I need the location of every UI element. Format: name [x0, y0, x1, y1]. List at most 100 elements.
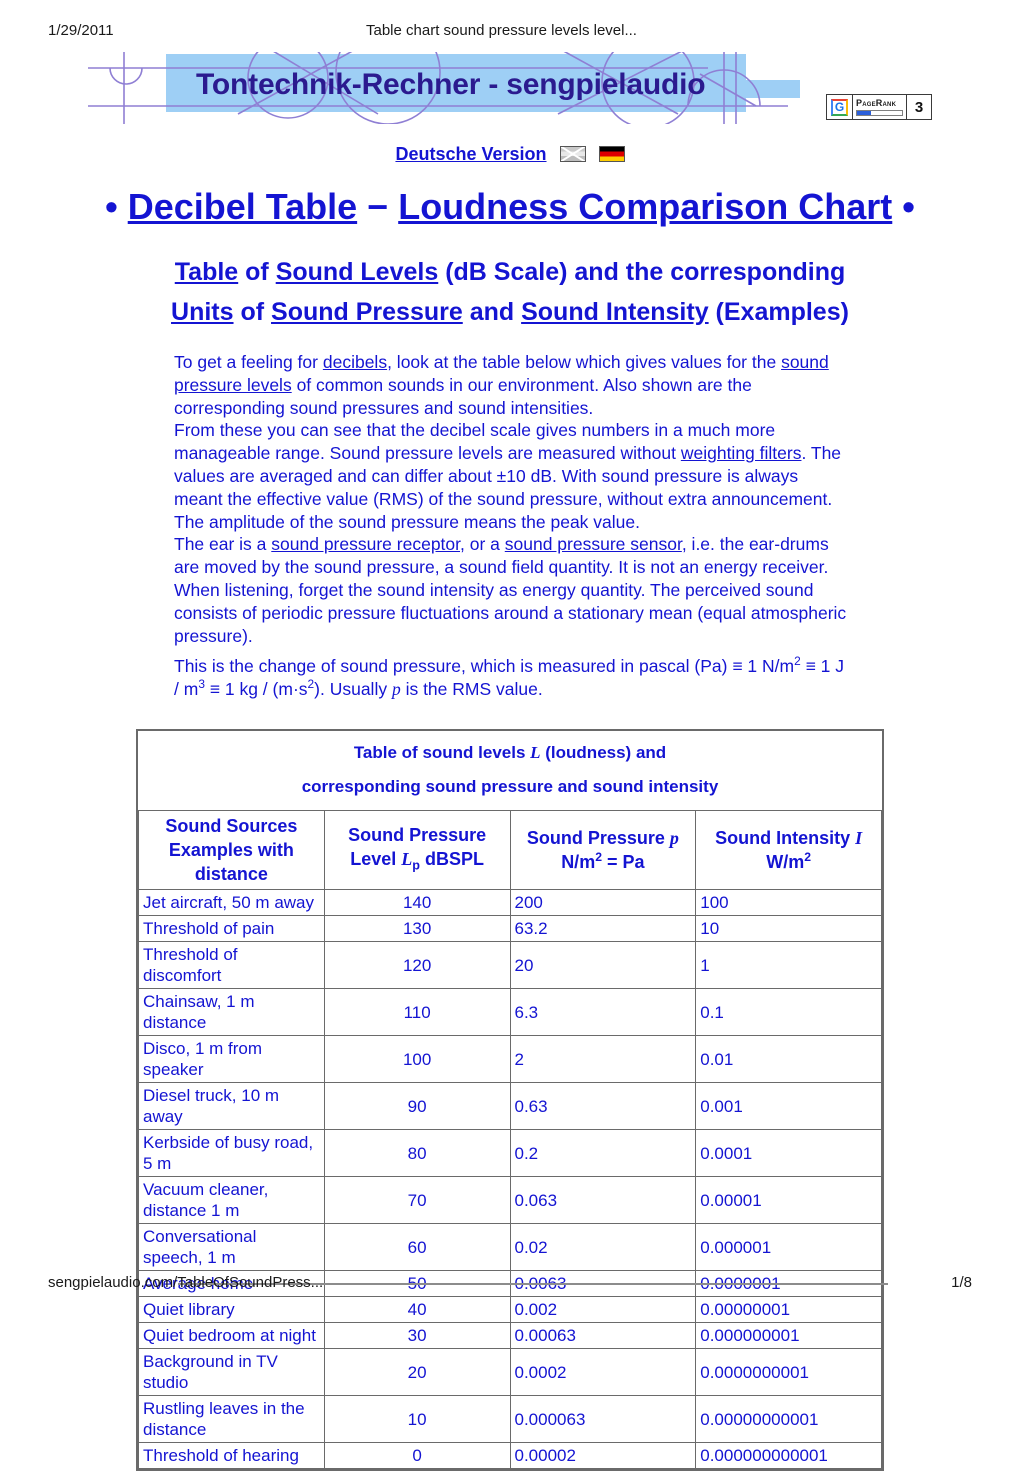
table-row: Rustling leaves in the distance 10 0.00006…: [138, 1395, 882, 1443]
table-row: Background in TV studio 20 0.0002 0.0000000…: [138, 1348, 882, 1396]
pagerank-bar: [856, 109, 903, 116]
pagerank-label: PageRank: [856, 97, 897, 108]
table-body: Jet aircraft, 50 m away 140 200 100 Threshol…: [138, 889, 882, 1469]
intro-text: To get a feeling for decibels, look at t…: [174, 351, 850, 701]
cell-level: 30: [323, 1322, 511, 1349]
inline-link[interactable]: weighting filters: [681, 443, 802, 463]
subtitle-line-2: Units of Sound Pressure and Sound Intens…: [60, 292, 960, 332]
cell-intensity: 100: [695, 889, 882, 916]
table-caption: Table of sound levels L (loudness) and c…: [138, 731, 882, 811]
banner-title: Tontechnik-Rechner - sengpielaudio: [196, 68, 706, 101]
column-header-sound-pressure-level: Sound Pressure Level Lp dBSPL: [323, 810, 511, 890]
table-caption-line-1: Table of sound levels L (loudness) and: [353, 743, 667, 762]
cell-level: 60: [323, 1223, 511, 1271]
column-header-intensity-line-2: W/m2: [766, 850, 812, 872]
cell-intensity: 10: [695, 915, 882, 942]
cell-level: 70: [323, 1176, 511, 1224]
table-row: Conversational speech, 1 m 60 0.02 0.000001: [138, 1223, 882, 1271]
cell-pressure: 0.000063: [509, 1395, 697, 1443]
cell-source: Background in TV studio: [138, 1348, 325, 1396]
page-subtitle: Table of Sound Levels (dB Scale) and the…: [60, 252, 960, 332]
table-row: Threshold of discomfort 120 20 1: [138, 941, 882, 989]
cell-source: Quiet library: [138, 1296, 325, 1323]
table-row: Diesel truck, 10 m away 90 0.63 0.001: [138, 1082, 882, 1130]
subtitle-line-1: Table of Sound Levels (dB Scale) and the…: [60, 252, 960, 292]
cell-intensity: 0.000000001: [695, 1322, 882, 1349]
google-g-icon: G: [827, 95, 853, 119]
cell-pressure: 20: [509, 941, 697, 989]
cell-source: Vacuum cleaner, distance 1 m: [138, 1176, 325, 1224]
table-row: Threshold of hearing 0 0.00002 0.0000000000…: [138, 1442, 882, 1469]
subtitle-segment-3: (dB Scale) and the corresponding: [438, 258, 846, 286]
cell-level: 80: [323, 1129, 511, 1177]
cell-pressure: 63.2: [509, 915, 697, 942]
table-header-row: Sound Sources Examples with distance Sou…: [138, 810, 882, 890]
cell-intensity: 0.0000000001: [695, 1348, 882, 1396]
title-bullet-right: •: [902, 186, 915, 227]
cell-level: 0: [323, 1442, 511, 1469]
cell-level: 20: [323, 1348, 511, 1396]
cell-source: Rustling leaves in the distance: [138, 1395, 325, 1443]
inline-link[interactable]: sound pressure levels: [174, 352, 829, 395]
subtitle-segment-3: and: [462, 298, 522, 326]
cell-intensity: 0.001: [695, 1082, 882, 1130]
uk-flag-icon: [559, 146, 586, 162]
column-header-pressure-line-1: Sound Pressure p: [526, 828, 679, 848]
cell-pressure: 0.00002: [509, 1442, 697, 1469]
inline-link[interactable]: sound pressure sensor: [505, 534, 682, 554]
subtitle-segment-5: (Examples): [708, 298, 849, 326]
paragraph-1: To get a feeling for decibels, look at t…: [174, 352, 829, 418]
cell-pressure: 0.02: [509, 1223, 697, 1271]
cell-pressure: 0.00063: [509, 1322, 697, 1349]
sound-levels-table-wrapper: Table of sound levels L (loudness) and c…: [136, 729, 884, 1471]
title-bullet-left: •: [105, 186, 118, 227]
cell-intensity: 0.01: [695, 1035, 882, 1083]
google-g-letter: G: [831, 98, 848, 116]
subtitle-segment-4[interactable]: Sound Intensity: [521, 298, 709, 326]
subtitle-segment-0[interactable]: Table: [175, 258, 238, 286]
column-header-sound-sources: Sound Sources Examples with distance: [138, 810, 325, 890]
inline-link[interactable]: sound pressure receptor: [271, 534, 460, 554]
subtitle-segment-0[interactable]: Units: [171, 298, 234, 326]
table-row: Threshold of pain 130 63.2 10: [138, 915, 882, 942]
subtitle-segment-2[interactable]: Sound Pressure: [271, 298, 463, 326]
cell-pressure: 0.63: [509, 1082, 697, 1130]
pagerank-meter: PageRank: [853, 95, 907, 119]
cell-intensity: 0.00000000001: [695, 1395, 882, 1443]
cell-intensity: 1: [695, 941, 882, 989]
pagerank-badge: G PageRank 3: [826, 94, 932, 120]
column-header-pressure-line-2: N/m2 = Pa: [561, 850, 645, 872]
column-header-intensity-line-1: Sound Intensity I: [715, 828, 863, 848]
footer-page-number: 1/8: [951, 1274, 972, 1291]
cell-pressure: 0.002: [509, 1296, 697, 1323]
site-banner: Tontechnik-Rechner - sengpielaudio: [88, 52, 800, 124]
cell-source: Disco, 1 m from speaker: [138, 1035, 325, 1083]
paragraph-4-formula: This is the change of sound pressure, wh…: [174, 654, 844, 700]
print-footer: sengpielaudio.com/TableOfSoundPress... 1…: [48, 1274, 972, 1294]
cell-intensity: 0.000001: [695, 1223, 882, 1271]
cell-level: 10: [323, 1395, 511, 1443]
german-flag-icon[interactable]: [598, 146, 625, 162]
title-link-loudness-comparison-chart[interactable]: Loudness Comparison Chart: [398, 186, 892, 227]
cell-pressure: 200: [509, 889, 697, 916]
title-separator: −: [367, 186, 389, 227]
table-row: Kerbside of busy road, 5 m 80 0.2 0.0001: [138, 1129, 882, 1177]
title-link-decibel-table[interactable]: Decibel Table: [128, 186, 357, 227]
cell-level: 130: [323, 915, 511, 942]
cell-source: Quiet bedroom at night: [138, 1322, 325, 1349]
cell-source: Chainsaw, 1 m distance: [138, 988, 325, 1036]
cell-source: Diesel truck, 10 m away: [138, 1082, 325, 1130]
footer-url: sengpielaudio.com/TableOfSoundPress...: [48, 1274, 324, 1291]
column-header-sound-pressure: Sound Pressure p N/m2 = Pa: [509, 810, 697, 890]
deutsche-version-link[interactable]: Deutsche Version: [395, 144, 546, 164]
table-row: Quiet library 40 0.002 0.00000001: [138, 1296, 882, 1323]
cell-source: Threshold of discomfort: [138, 941, 325, 989]
cell-intensity: 0.00001: [695, 1176, 882, 1224]
cell-source: Conversational speech, 1 m: [138, 1223, 325, 1271]
inline-link[interactable]: decibels: [323, 352, 387, 372]
table-row: Vacuum cleaner, distance 1 m 70 0.063 0.000…: [138, 1176, 882, 1224]
cell-level: 120: [323, 941, 511, 989]
column-header-sound-intensity: Sound Intensity I W/m2: [695, 810, 882, 890]
subtitle-segment-2[interactable]: Sound Levels: [276, 258, 439, 286]
